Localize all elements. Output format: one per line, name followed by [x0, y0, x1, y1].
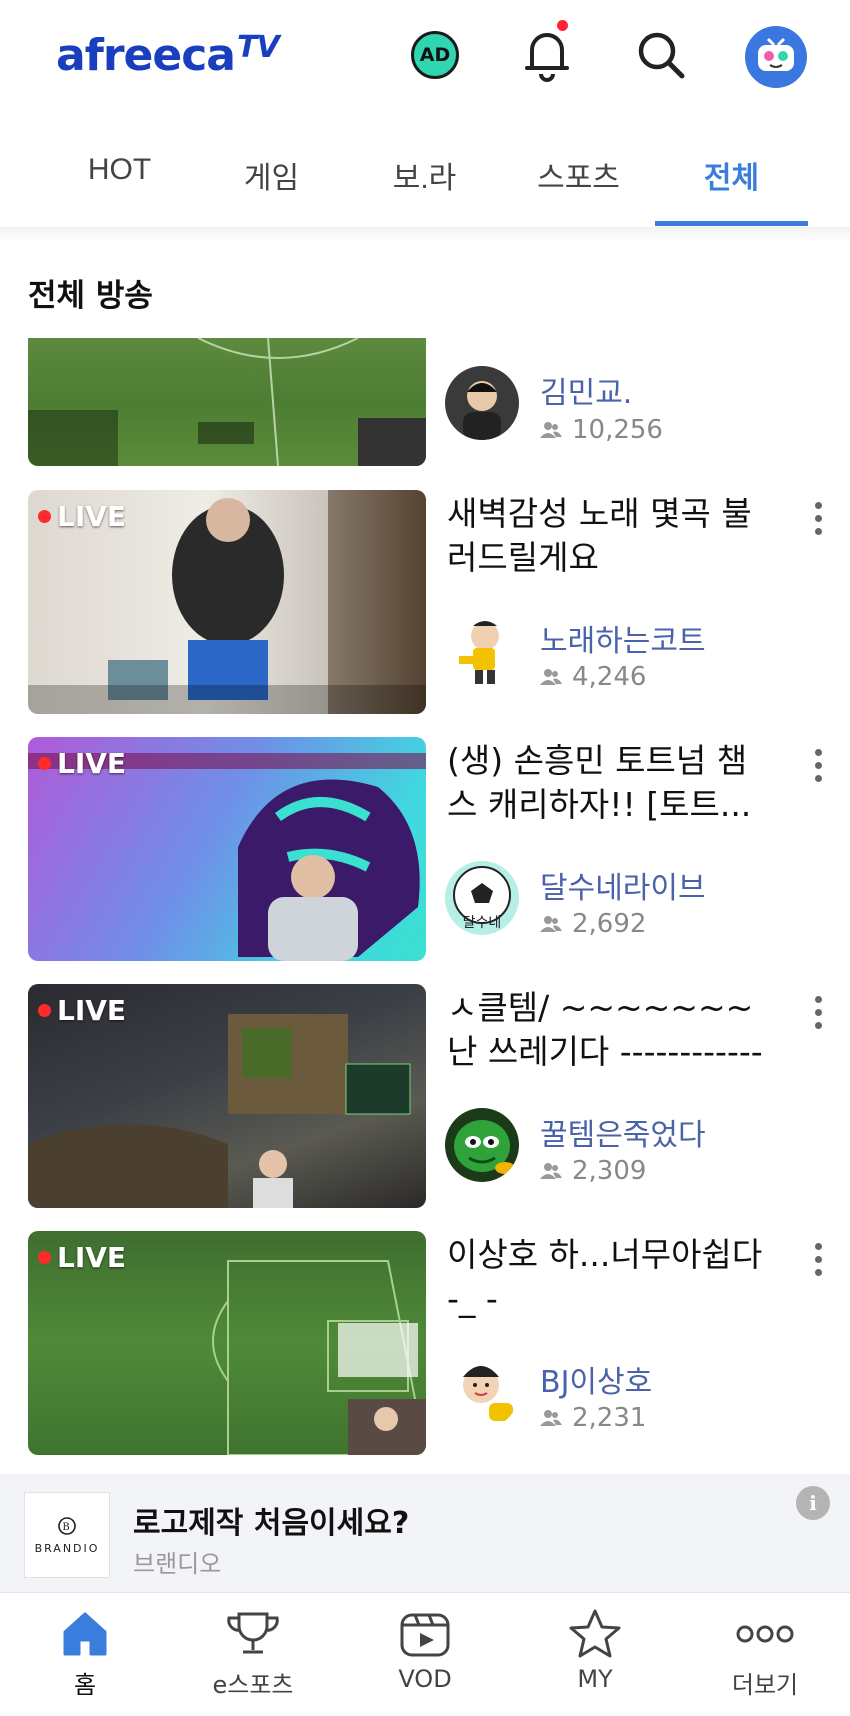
more-options-icon[interactable]: [808, 749, 828, 782]
nav-home-label: 홈: [73, 1671, 97, 1699]
channel-name[interactable]: 김민교.: [540, 368, 632, 412]
search-icon[interactable]: [630, 24, 692, 86]
broadcast-title[interactable]: 이상호 하...너무아쉽다 -_ -: [447, 1233, 777, 1321]
live-badge: LIVE: [38, 500, 126, 533]
broadcast-thumbnail[interactable]: LIVE: [28, 490, 426, 714]
live-badge: LIVE: [38, 1241, 126, 1274]
vod-icon: [365, 1605, 485, 1663]
channel-name[interactable]: 노래하는코트: [540, 616, 706, 660]
ad-icon[interactable]: AD: [404, 24, 466, 86]
logo-text: afreeca: [56, 30, 236, 81]
nav-home[interactable]: 홈: [25, 1605, 145, 1700]
channel-name[interactable]: 달수네라이브: [540, 863, 706, 907]
ad-subtitle: 브랜디오: [133, 1550, 222, 1578]
channel-name[interactable]: BJ이상호: [540, 1357, 652, 1401]
channel-name[interactable]: 꿀템은죽었다: [540, 1110, 706, 1154]
tab-bora[interactable]: 보.라: [348, 153, 501, 197]
live-dot: [38, 757, 51, 770]
viewer-count: 2,309: [540, 1156, 646, 1186]
more-options-icon[interactable]: [808, 502, 828, 535]
nav-my-label: MY: [577, 1665, 613, 1693]
brandio-logo: B BRANDIO: [24, 1492, 110, 1578]
viewer-count: 2,692: [540, 909, 646, 939]
nav-vod[interactable]: VOD: [365, 1605, 485, 1693]
more-options-icon[interactable]: [808, 1243, 828, 1276]
live-badge: LIVE: [38, 994, 126, 1027]
broadcast-thumbnail[interactable]: LIVE: [28, 1231, 426, 1455]
viewers-icon: [540, 1163, 562, 1179]
channel-avatar[interactable]: [445, 366, 519, 440]
viewers-icon: [540, 422, 562, 438]
tabs-divider: [0, 228, 850, 242]
nav-esports[interactable]: e스포츠: [193, 1605, 313, 1700]
trophy-icon: [193, 1605, 313, 1663]
info-icon[interactable]: i: [796, 1486, 830, 1520]
notification-dot: [557, 20, 568, 31]
live-label: LIVE: [57, 500, 127, 533]
section-title: 전체 방송: [28, 278, 153, 314]
viewers-icon: [540, 669, 562, 685]
broadcast-title[interactable]: 새벽감성 노래 몇곡 불러드릴게요: [447, 492, 777, 580]
home-icon: [25, 1605, 145, 1663]
nav-vod-label: VOD: [398, 1665, 452, 1693]
tab-sports[interactable]: 스포츠: [502, 153, 655, 197]
tab-all[interactable]: 전체: [655, 153, 808, 197]
live-label: LIVE: [57, 1241, 127, 1274]
nav-more-label: 더보기: [731, 1671, 799, 1699]
viewer-count-value: 10,256: [572, 415, 663, 445]
viewers-icon: [540, 1410, 562, 1426]
more-options-icon[interactable]: [808, 996, 828, 1029]
app-header: afreecaTV AD: [0, 0, 850, 120]
viewer-count-value: 2,692: [572, 909, 647, 939]
viewers-icon: [540, 916, 562, 932]
nav-my[interactable]: MY: [535, 1605, 655, 1693]
brandio-logo-text: BRANDIO: [34, 1541, 100, 1555]
category-tabs: HOT 게임 보.라 스포츠 전체: [0, 135, 850, 228]
broadcast-thumbnail[interactable]: LIVE: [28, 737, 426, 961]
live-dot: [38, 1004, 51, 1017]
svg-text:달수네: 달수네: [463, 915, 502, 931]
profile-avatar[interactable]: [745, 26, 807, 88]
tab-game[interactable]: 게임: [195, 153, 348, 197]
channel-avatar[interactable]: 달수네: [445, 861, 519, 935]
broadcast-thumbnail[interactable]: [28, 338, 426, 466]
active-tab-indicator: [655, 221, 808, 226]
nav-esports-label: e스포츠: [212, 1671, 294, 1699]
nav-more[interactable]: 더보기: [705, 1605, 825, 1700]
bottom-navigation: 홈 e스포츠 VOD MY 더보기: [0, 1592, 850, 1716]
broadcast-thumbnail[interactable]: LIVE: [28, 984, 426, 1208]
afreecatv-logo[interactable]: afreecaTV: [56, 30, 280, 81]
channel-avatar[interactable]: [445, 1108, 519, 1182]
ad-banner[interactable]: B BRANDIO 로고제작 처음이세요? 브랜디오 i: [0, 1474, 850, 1592]
svg-text:B: B: [62, 1522, 71, 1533]
brandio-mark-icon: B: [58, 1516, 76, 1535]
viewer-count: 10,256: [540, 415, 663, 445]
broadcast-title[interactable]: ㅅ클템/ ~~~~~~~ 난 쓰레기다 ------------: [447, 986, 777, 1074]
channel-avatar[interactable]: [445, 1355, 519, 1429]
star-icon: [535, 1605, 655, 1663]
viewer-count: 2,231: [540, 1403, 646, 1433]
live-dot: [38, 1251, 51, 1264]
viewer-count-value: 2,309: [572, 1156, 647, 1186]
more-icon: [705, 1605, 825, 1663]
logo-tv-text: TV: [237, 30, 280, 65]
tab-hot[interactable]: HOT: [43, 153, 196, 187]
ad-title[interactable]: 로고제작 처음이세요?: [133, 1498, 409, 1542]
live-label: LIVE: [57, 747, 127, 780]
viewer-count-value: 2,231: [572, 1403, 647, 1433]
live-badge: LIVE: [38, 747, 126, 780]
channel-avatar[interactable]: [445, 614, 519, 688]
notification-bell-icon[interactable]: [516, 20, 578, 86]
viewer-count: 4,246: [540, 662, 646, 692]
live-dot: [38, 510, 51, 523]
broadcast-title[interactable]: (생) 손흥민 토트넘 챔스 캐리하자!! [토트...: [447, 739, 777, 827]
ad-bubble: AD: [411, 31, 459, 79]
live-label: LIVE: [57, 994, 127, 1027]
viewer-count-value: 4,246: [572, 662, 647, 692]
